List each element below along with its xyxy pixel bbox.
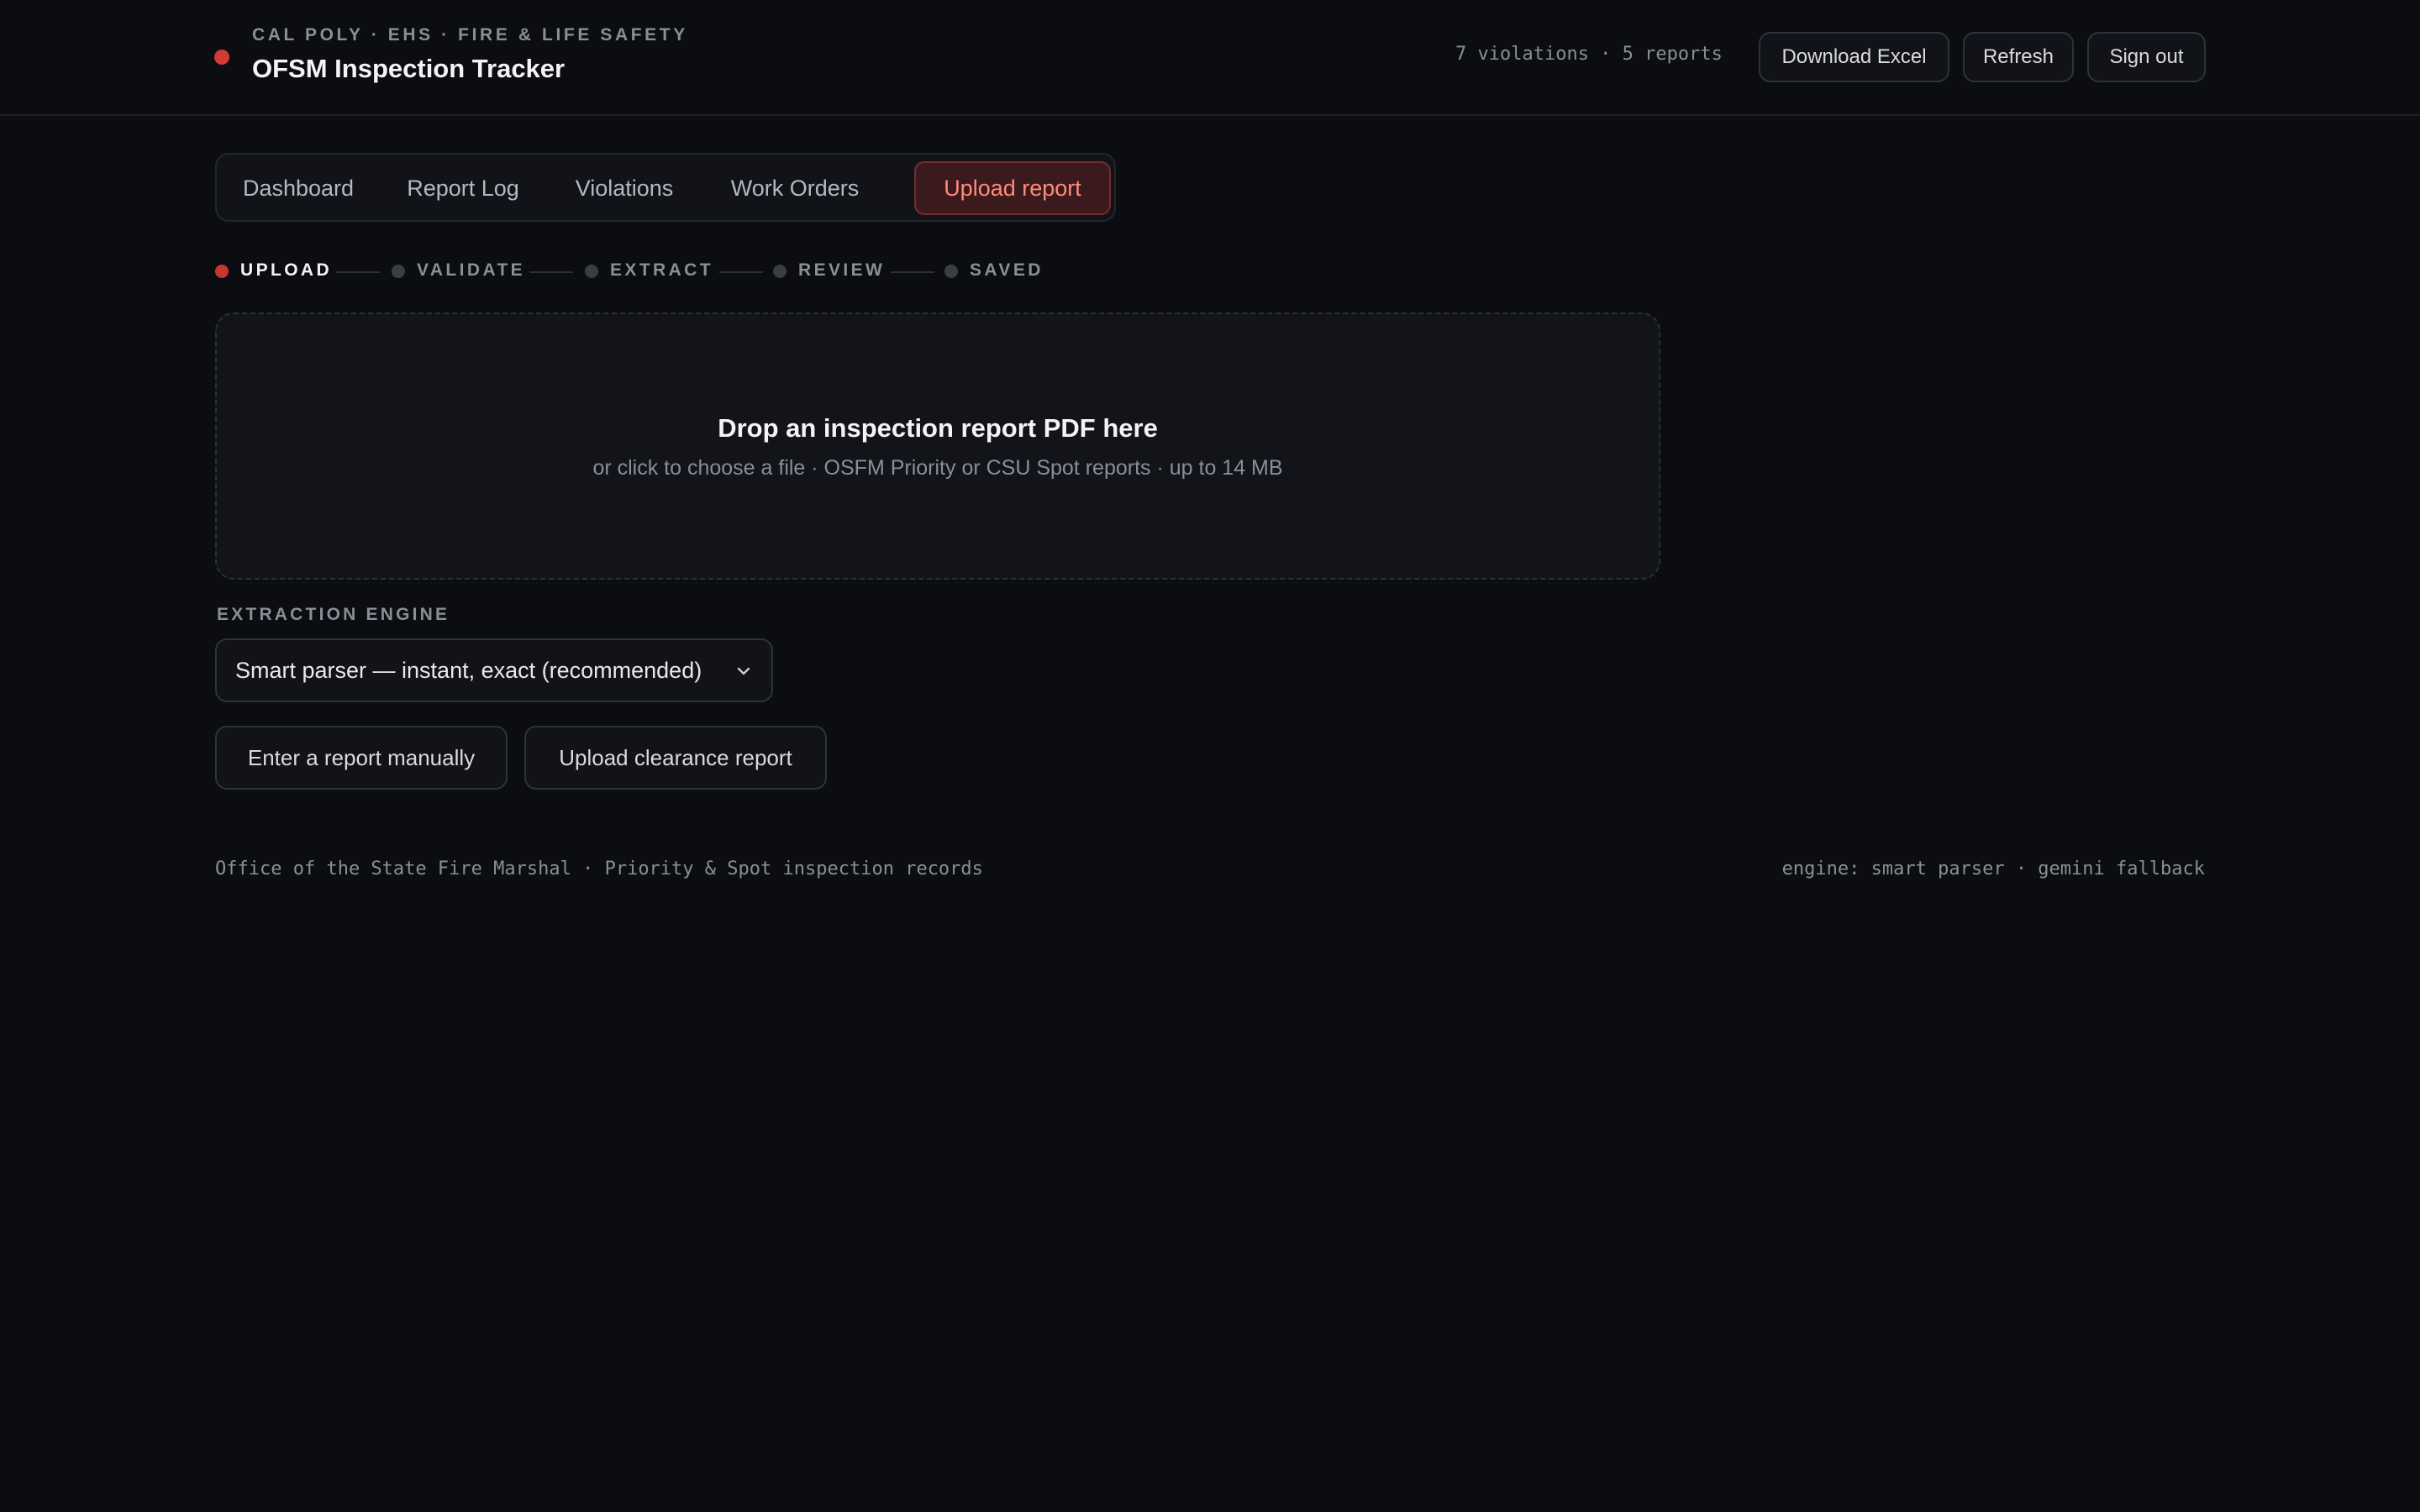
summary-stats: 7 violations · 5 reports xyxy=(1455,44,1723,65)
tab-work-orders[interactable]: Work Orders xyxy=(713,161,877,215)
main-nav-tabs: Dashboard Report Log Violations Work Ord… xyxy=(215,153,1116,222)
sign-out-button[interactable]: Sign out xyxy=(2087,32,2206,82)
enter-report-manually-button[interactable]: Enter a report manually xyxy=(215,726,508,790)
step-validate-dot xyxy=(392,265,405,278)
upload-clearance-report-button[interactable]: Upload clearance report xyxy=(524,726,827,790)
engine-selected-value: Smart parser — instant, exact (recommend… xyxy=(235,657,702,683)
dropzone-title: Drop an inspection report PDF here xyxy=(718,413,1158,443)
step-validate-label: VALIDATE xyxy=(417,260,526,280)
app-header: CAL POLY · EHS · FIRE & LIFE SAFETY OFSM… xyxy=(0,0,2420,116)
app-title: OFSM Inspection Tracker xyxy=(252,54,566,83)
step-connector xyxy=(719,271,763,273)
pdf-dropzone[interactable]: Drop an inspection report PDF here or cl… xyxy=(215,312,1660,580)
footer-engine-info: engine: smart parser · gemini fallback xyxy=(1781,858,2205,879)
step-saved-label: SAVED xyxy=(970,260,1044,280)
step-review-label: REVIEW xyxy=(798,260,886,280)
tab-violations[interactable]: Violations xyxy=(558,161,691,215)
refresh-button[interactable]: Refresh xyxy=(1963,32,2074,82)
extraction-engine-select[interactable]: Smart parser — instant, exact (recommend… xyxy=(215,638,773,702)
download-excel-button[interactable]: Download Excel xyxy=(1759,32,1949,82)
step-connector xyxy=(529,271,573,273)
step-connector xyxy=(891,271,934,273)
step-connector xyxy=(336,271,380,273)
tab-upload-report[interactable]: Upload report xyxy=(914,161,1111,215)
extraction-engine-label: EXTRACTION ENGINE xyxy=(217,605,450,624)
step-extract-label: EXTRACT xyxy=(610,260,713,280)
step-extract-dot xyxy=(585,265,598,278)
status-indicator-dot xyxy=(214,50,229,65)
tab-dashboard[interactable]: Dashboard xyxy=(229,161,368,215)
step-saved-dot xyxy=(944,265,958,278)
org-breadcrumb: CAL POLY · EHS · FIRE & LIFE SAFETY xyxy=(252,25,688,45)
step-review-dot xyxy=(773,265,786,278)
step-upload-dot xyxy=(215,265,229,278)
tab-report-log[interactable]: Report Log xyxy=(390,161,536,215)
footer-description: Office of the State Fire Marshal · Prior… xyxy=(215,858,983,879)
chevron-down-icon xyxy=(737,667,750,675)
step-upload-label: UPLOAD xyxy=(240,260,333,280)
dropzone-subtitle: or click to choose a file · OSFM Priorit… xyxy=(592,456,1283,480)
